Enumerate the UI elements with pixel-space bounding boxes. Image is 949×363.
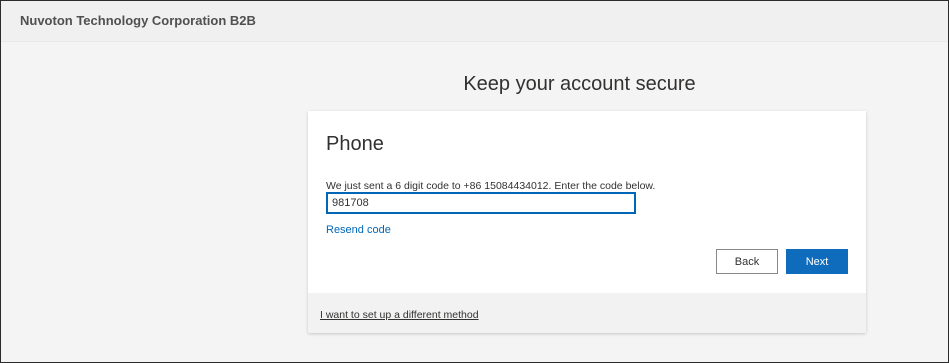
resend-code-link[interactable]: Resend code xyxy=(326,224,391,236)
back-button[interactable]: Back xyxy=(716,249,778,274)
page-title: Keep your account secure xyxy=(463,73,696,95)
card-footer: I want to set up a different method xyxy=(308,293,866,333)
method-title: Phone xyxy=(326,133,384,155)
different-method-link[interactable]: I want to set up a different method xyxy=(320,309,479,321)
organization-name: Nuvoton Technology Corporation B2B xyxy=(20,13,256,28)
verification-code-input[interactable] xyxy=(326,192,636,214)
instruction-text: We just sent a 6 digit code to +86 15084… xyxy=(326,180,656,192)
next-button[interactable]: Next xyxy=(786,249,848,274)
window-frame: Nuvoton Technology Corporation B2B Keep … xyxy=(0,0,949,363)
verification-card: Phone We just sent a 6 digit code to +86… xyxy=(308,111,866,333)
top-bar: Nuvoton Technology Corporation B2B xyxy=(1,1,948,42)
